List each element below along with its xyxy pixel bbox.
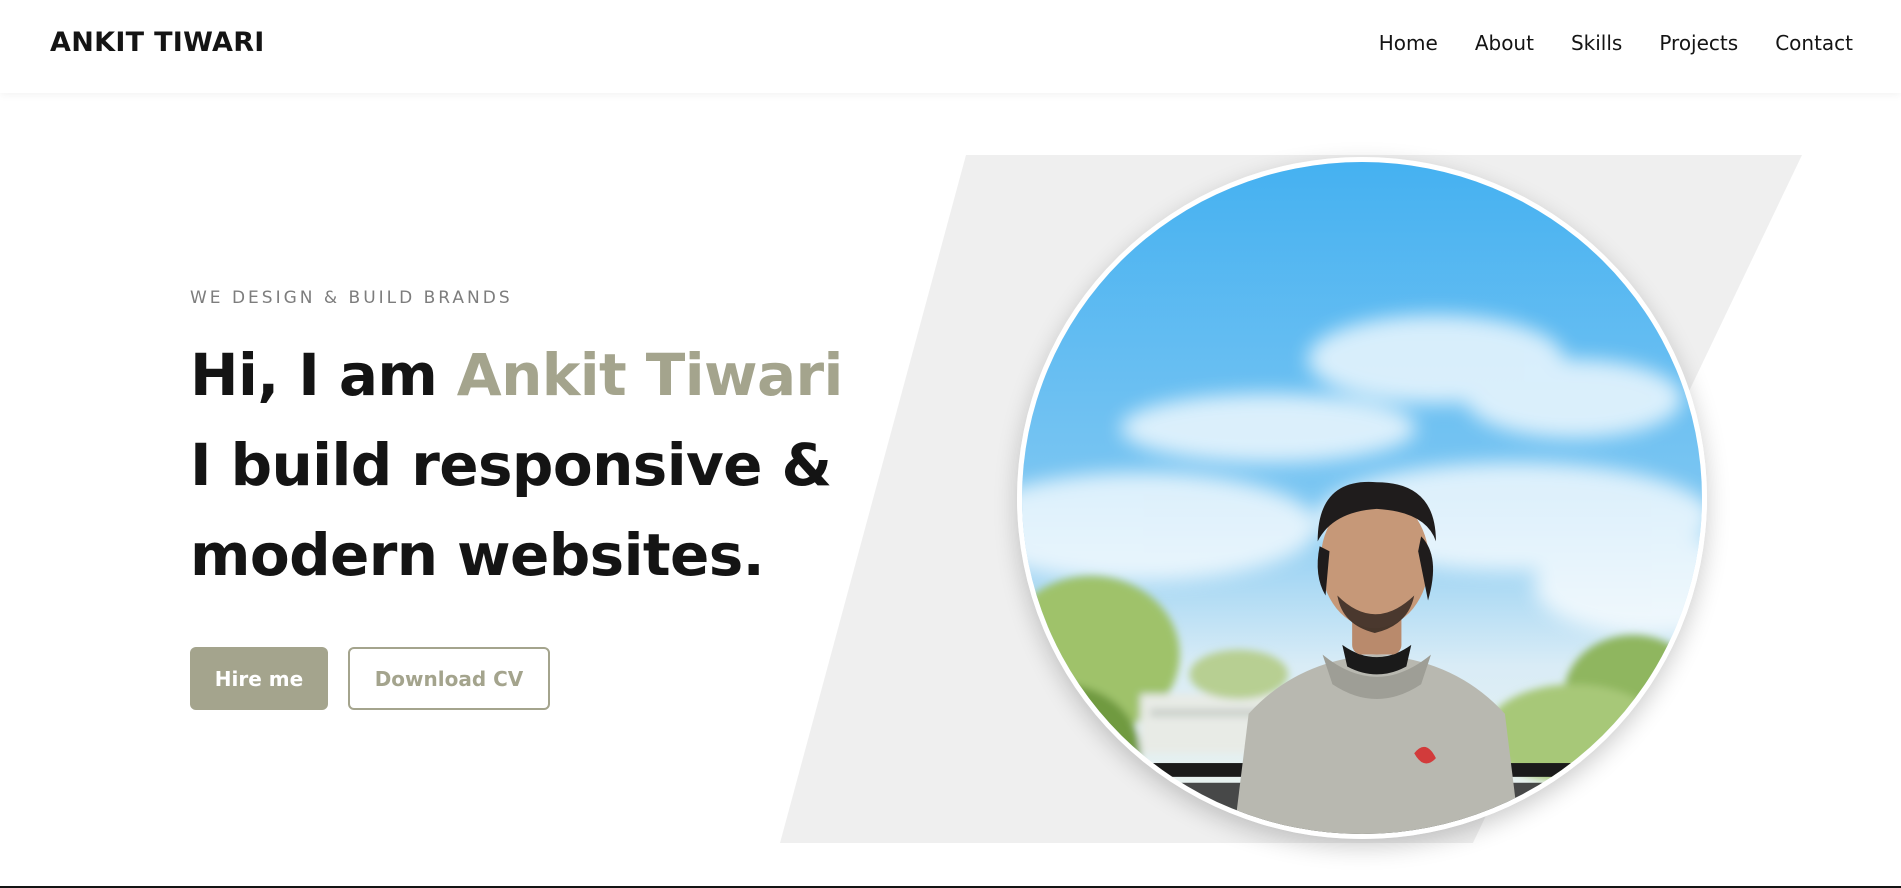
profile-photo-illustration bbox=[1022, 162, 1702, 834]
hero-headline: Hi, I am Ankit Tiwari I build responsive… bbox=[190, 330, 843, 600]
hire-me-button[interactable]: Hire me bbox=[190, 647, 328, 710]
nav-projects[interactable]: Projects bbox=[1659, 31, 1738, 55]
brand-logo[interactable]: ANKIT TIWARI bbox=[50, 27, 265, 58]
hero-actions: Hire me Download CV bbox=[190, 647, 550, 710]
hero-section: WE DESIGN & BUILD BRANDS Hi, I am Ankit … bbox=[190, 288, 843, 600]
navbar: ANKIT TIWARI Home About Skills Projects … bbox=[0, 0, 1901, 93]
nav-contact[interactable]: Contact bbox=[1775, 31, 1853, 55]
nav-home[interactable]: Home bbox=[1379, 31, 1438, 55]
nav-menu: Home About Skills Projects Contact bbox=[1379, 31, 1853, 55]
hero-eyebrow: WE DESIGN & BUILD BRANDS bbox=[190, 288, 513, 308]
headline-line-2: I build responsive & bbox=[190, 431, 832, 499]
nav-skills[interactable]: Skills bbox=[1571, 31, 1622, 55]
nav-about[interactable]: About bbox=[1475, 31, 1534, 55]
headline-line-3: modern websites. bbox=[190, 521, 765, 589]
headline-greeting: Hi, I am bbox=[190, 341, 457, 409]
profile-photo bbox=[1017, 157, 1707, 839]
headline-name: Ankit Tiwari bbox=[456, 341, 844, 409]
download-cv-button[interactable]: Download CV bbox=[348, 647, 550, 710]
headline-line-1: Hi, I am Ankit Tiwari bbox=[190, 341, 843, 409]
